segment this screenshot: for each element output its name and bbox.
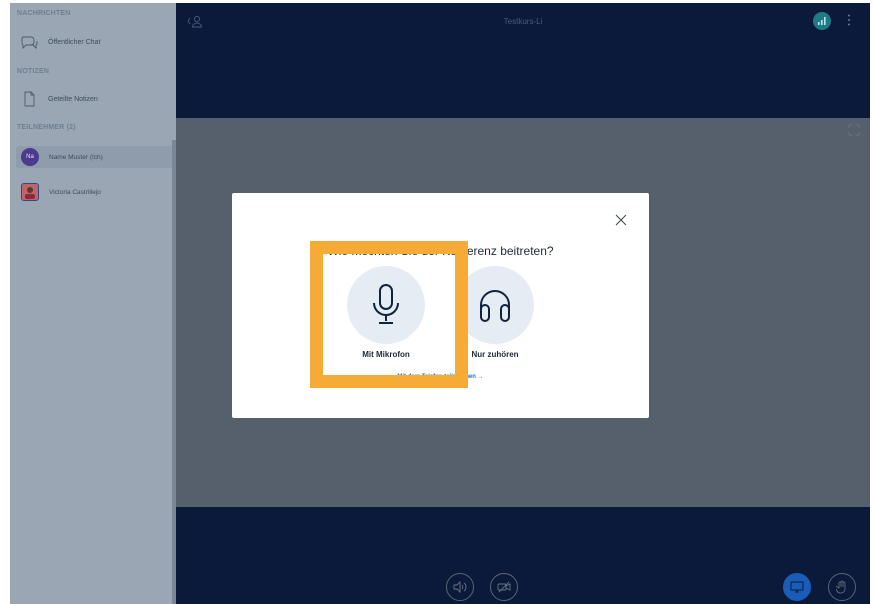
notes-header: NOTIZEN bbox=[17, 68, 50, 75]
sidebar-item-shared-notes[interactable]: Geteilte Notizen bbox=[20, 87, 170, 111]
options-menu-button[interactable] bbox=[846, 13, 852, 32]
sidebar: NACHRICHTEN Öffentlicher Chat NOTIZEN Ge… bbox=[10, 3, 176, 604]
public-chat-label: Öffentlicher Chat bbox=[48, 38, 101, 46]
screen-share-button[interactable] bbox=[783, 573, 811, 601]
participant-row-self[interactable]: Na Name Muster (Ich) bbox=[16, 146, 174, 168]
fullscreen-button[interactable] bbox=[848, 123, 860, 141]
chat-icon bbox=[20, 33, 38, 51]
messages-header: NACHRICHTEN bbox=[17, 10, 71, 17]
speaker-icon bbox=[453, 581, 467, 593]
raise-hand-button[interactable] bbox=[828, 573, 856, 601]
video-button[interactable] bbox=[490, 573, 518, 601]
close-icon bbox=[615, 214, 627, 226]
camera-off-icon bbox=[497, 581, 511, 593]
sidebar-item-public-chat[interactable]: Öffentlicher Chat bbox=[20, 30, 170, 54]
avatar: Na bbox=[21, 148, 39, 166]
hand-icon bbox=[836, 580, 846, 594]
connection-status-button[interactable] bbox=[813, 12, 831, 30]
meeting-title: Testkurs-Li bbox=[503, 17, 543, 26]
fullscreen-icon bbox=[848, 124, 860, 136]
participant-row[interactable]: Victoria Castrillejo bbox=[16, 181, 174, 203]
shared-notes-label: Geteilte Notizen bbox=[48, 95, 98, 103]
participant-name: Name Muster (Ich) bbox=[49, 153, 103, 161]
highlight-box bbox=[310, 241, 468, 388]
document-icon bbox=[20, 90, 38, 108]
participant-name: Victoria Castrillejo bbox=[49, 188, 101, 196]
headphones-icon bbox=[480, 290, 510, 322]
signal-icon bbox=[818, 17, 826, 25]
bottom-bar bbox=[176, 507, 870, 604]
audio-button[interactable] bbox=[446, 573, 474, 601]
kebab-menu-icon bbox=[848, 14, 850, 26]
screen-share-icon bbox=[790, 581, 804, 593]
app-window: NACHRICHTEN Öffentlicher Chat NOTIZEN Ge… bbox=[0, 0, 874, 604]
top-bar: Testkurs-Li bbox=[176, 3, 870, 118]
avatar-photo bbox=[21, 183, 39, 201]
close-button[interactable] bbox=[615, 213, 627, 231]
participants-header: TEILNEHMER (2) bbox=[17, 124, 76, 131]
window-edge bbox=[870, 3, 874, 604]
